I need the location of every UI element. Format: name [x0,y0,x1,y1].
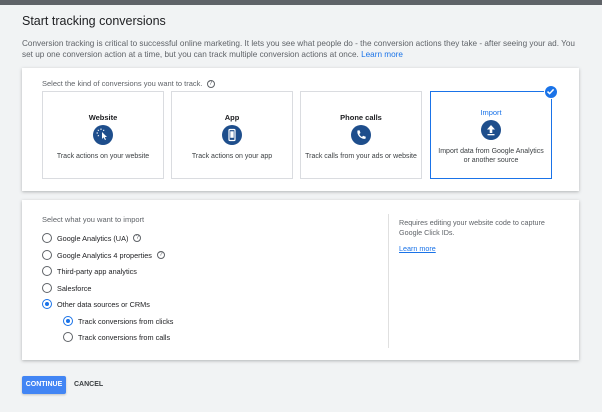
radio-label: Track conversions from calls [78,332,171,342]
radio-button[interactable] [63,316,73,326]
conversion-kind-card: Select the kind of conversions you want … [22,68,579,191]
phone-icon [351,125,371,145]
learn-more-link[interactable]: Learn more [361,50,403,59]
radio-track-from-calls[interactable]: Track conversions from calls [63,332,170,342]
page-description: Conversion tracking is critical to succe… [22,38,587,60]
radio-label: Google Analytics (UA) [57,233,129,243]
radio-button[interactable] [63,332,73,342]
radio-other-data-sources[interactable]: Other data sources or CRMs [42,299,150,309]
radio-track-from-clicks[interactable]: Track conversions from clicks [63,316,173,326]
option-phone-calls-title: Phone calls [340,113,382,122]
conversion-kind-label: Select the kind of conversions you want … [42,79,215,88]
option-app-text: Track actions on your app [191,153,273,160]
checkmark-icon [544,85,558,99]
radio-third-party-app-analytics[interactable]: Third-party app analytics [42,266,137,276]
radio-button[interactable] [42,250,52,260]
option-phone-calls-text: Track calls from your ads or website [305,153,417,160]
radio-label: Track conversions from clicks [78,316,174,326]
help-icon[interactable]: ? [156,251,165,259]
description-text: Conversion tracking is critical to succe… [22,39,575,59]
top-bar [0,0,602,5]
gclid-note: Requires editing your website code to ca… [399,218,545,237]
note-learn-more-link[interactable]: Learn more [399,244,436,253]
option-import-title: Import [480,108,502,117]
import-source-label: Select what you want to import [42,215,145,224]
conversion-kind-label-text: Select the kind of conversions you want … [42,79,203,88]
option-import-text: Import data from Google Analytics or ano… [438,148,544,164]
radio-button[interactable] [42,283,52,293]
radio-button[interactable] [42,299,52,309]
radio-label: Other data sources or CRMs [57,299,150,309]
option-website-title: Website [88,113,118,122]
radio-google-analytics-ua[interactable]: Google Analytics (UA) ? [42,233,142,243]
smartphone-icon [222,125,242,145]
continue-button[interactable]: CONTINUE [22,376,66,394]
radio-label: Salesforce [57,283,92,293]
radio-label: Third-party app analytics [57,266,137,276]
help-icon[interactable]: ? [206,79,215,88]
option-phone-calls[interactable]: Phone calls Track calls from your ads or… [300,91,422,179]
radio-salesforce[interactable]: Salesforce [42,283,91,293]
page-title: Start tracking conversions [22,14,166,28]
radio-button[interactable] [42,266,52,276]
radio-button[interactable] [42,233,52,243]
import-source-card: Select what you want to import Google An… [22,200,579,360]
option-app-title: App [224,113,240,122]
cancel-button[interactable]: CANCEL [74,376,103,394]
option-app[interactable]: App Track actions on your app [171,91,293,179]
help-icon[interactable]: ? [133,234,142,242]
upload-icon [481,120,501,140]
radio-label: Google Analytics 4 properties [57,250,152,260]
option-import[interactable]: Import Import data from Google Analytics… [430,85,558,179]
radio-google-analytics-4[interactable]: Google Analytics 4 properties ? [42,250,165,260]
vertical-divider [388,214,389,348]
cursor-click-icon [93,125,113,145]
option-website-text: Track actions on your website [56,153,150,160]
option-website[interactable]: Website Track actions on your website [42,91,164,179]
